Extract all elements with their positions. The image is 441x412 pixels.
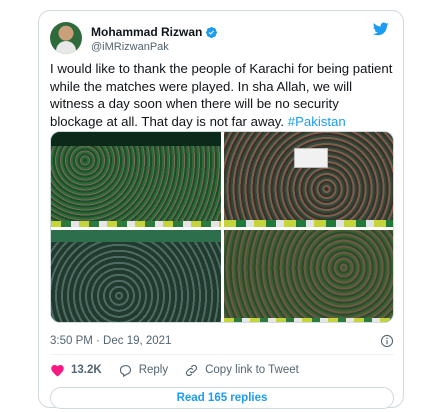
divider: [50, 354, 394, 355]
timestamp[interactable]: 3:50 PM · Dec 19, 2021: [50, 335, 171, 347]
photo-2[interactable]: [224, 132, 393, 227]
tweet-body: I would like to thank the people of Kara…: [50, 60, 394, 130]
info-icon[interactable]: [380, 334, 394, 348]
photo-4[interactable]: [224, 230, 393, 322]
banner-sign: [294, 148, 328, 168]
author-handle[interactable]: @iMRizwanPak: [91, 41, 169, 53]
tweet-header: Mohammad Rizwan @iMRizwanPak: [50, 20, 392, 60]
tweet-card: Mohammad Rizwan @iMRizwanPak I would lik…: [38, 10, 404, 409]
avatar[interactable]: [50, 22, 82, 54]
photo-3[interactable]: [51, 230, 221, 322]
reply-button[interactable]: Reply: [118, 363, 168, 378]
reply-label: Reply: [138, 364, 169, 376]
author-name-row[interactable]: Mohammad Rizwan: [91, 24, 218, 40]
like-button[interactable]: 13.2K: [50, 363, 102, 378]
tweet-media-grid: [50, 131, 394, 323]
link-icon: [186, 364, 198, 376]
reply-icon: [119, 364, 131, 377]
twitter-bird-icon[interactable]: [372, 21, 390, 37]
copy-link-button[interactable]: Copy link to Tweet: [184, 363, 299, 378]
author-name[interactable]: Mohammad Rizwan: [91, 25, 202, 39]
heart-icon: [51, 364, 64, 376]
copy-link-label: Copy link to Tweet: [205, 364, 299, 376]
read-replies-button[interactable]: Read 165 replies: [50, 387, 394, 409]
verified-badge-icon: [206, 26, 218, 38]
like-count: 13.2K: [71, 364, 102, 376]
action-bar: 13.2K Reply Copy link to Tweet: [50, 361, 394, 379]
hashtag-link[interactable]: #Pakistan: [288, 114, 346, 129]
tweet-meta: 3:50 PM · Dec 19, 2021: [50, 333, 394, 349]
photo-1[interactable]: [51, 132, 221, 227]
